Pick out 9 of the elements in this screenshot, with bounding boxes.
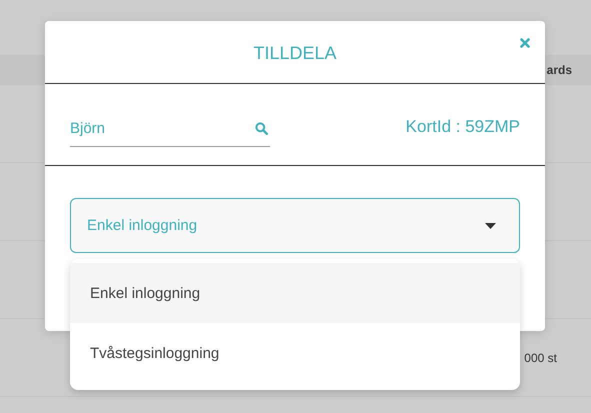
close-button[interactable] — [519, 37, 531, 49]
dropdown-option[interactable]: Enkel inloggning — [70, 263, 520, 323]
caret-icon — [485, 222, 496, 228]
dialog-title: TILLDELA — [253, 42, 337, 64]
column-header: ards — [546, 63, 572, 77]
dropdown-option[interactable]: Tvåstegsinloggning — [70, 323, 520, 383]
card-id-label: KortId : 59ZMP — [406, 117, 520, 137]
search-icon[interactable] — [255, 122, 268, 134]
table-cell: 000 st — [524, 350, 557, 364]
